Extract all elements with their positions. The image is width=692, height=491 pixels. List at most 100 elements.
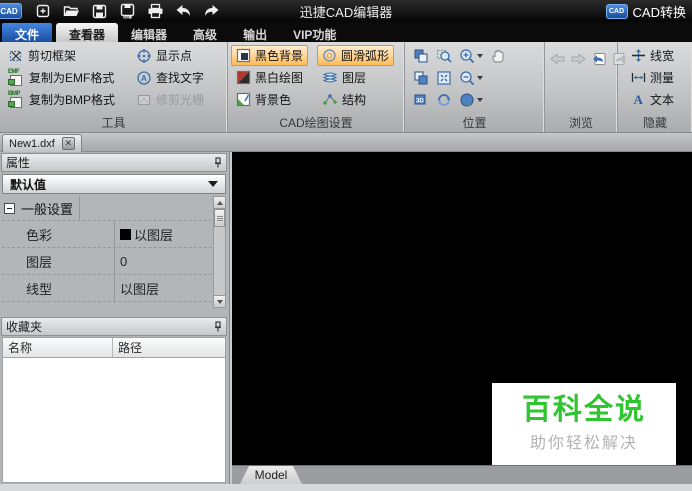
property-set-dropdown[interactable]: 默认值: [2, 174, 226, 194]
measure-icon: [631, 70, 646, 85]
layers-button[interactable]: 图层: [317, 67, 394, 88]
show-points-icon: [136, 48, 152, 64]
undo-arrow-icon: [175, 3, 192, 19]
zoom-out-button[interactable]: [457, 69, 485, 88]
menu-tab-bar: 文件 查看器 编辑器 高级 输出 VIP功能: [0, 22, 692, 42]
window-bottom-edge: [0, 484, 692, 491]
favorites-panel-title: 收藏夹: [6, 320, 43, 334]
property-row-color[interactable]: 色彩 以图层: [2, 221, 212, 248]
redo-button[interactable]: [202, 2, 220, 20]
cut-frame-button[interactable]: 剪切框架: [3, 45, 120, 66]
model-tab[interactable]: Model: [240, 466, 302, 484]
measure-button[interactable]: 测量: [626, 67, 679, 88]
find-text-button[interactable]: A 查找文字: [131, 67, 209, 88]
tab-viewer[interactable]: 查看器: [56, 23, 119, 42]
copy-bmp-icon: BMP: [8, 91, 25, 108]
trim-raster-label: 修剪光栅: [156, 93, 205, 107]
document-tab[interactable]: New1.dxf ✕: [2, 134, 82, 152]
scrollbar-thumb[interactable]: [214, 209, 225, 227]
copy-emf-button[interactable]: EMF 复制为EMF格式: [3, 67, 120, 88]
render-sphere-icon: [459, 92, 475, 108]
properties-panel-title: 属性: [6, 156, 31, 170]
measure-label: 测量: [650, 71, 675, 85]
zoom-out-dropdown-caret: [477, 76, 483, 80]
save-floppy-icon: [92, 4, 107, 19]
layout-tab-bar: Model: [232, 465, 692, 484]
tab-advanced[interactable]: 高级: [180, 23, 230, 42]
render-mode-dropdown-caret: [477, 98, 483, 102]
property-label: 色彩: [26, 227, 53, 243]
property-value: 以图层: [114, 221, 212, 247]
print-button[interactable]: [146, 2, 164, 20]
orbit-button[interactable]: [434, 91, 454, 110]
collapse-icon[interactable]: [4, 202, 15, 214]
layers-label: 图层: [342, 71, 367, 85]
open-file-button[interactable]: [62, 2, 80, 20]
undo-button[interactable]: [174, 2, 192, 20]
save-button[interactable]: [90, 2, 108, 20]
find-text-icon: A: [136, 70, 152, 86]
document-close-button[interactable]: ✕: [61, 137, 75, 150]
ribbon-group-hide: 线宽 测量 A 文本 隐藏: [618, 42, 692, 132]
text-button[interactable]: A 文本: [626, 89, 679, 110]
group-label-draw-settings: CAD绘图设置: [279, 116, 353, 130]
show-points-label: 显示点: [156, 49, 193, 63]
property-label: 线型: [26, 281, 53, 297]
black-background-toggle[interactable]: 黑色背景: [231, 45, 309, 66]
new-file-button[interactable]: [34, 2, 52, 20]
line-width-button[interactable]: 线宽: [626, 45, 679, 66]
scroll-up-button[interactable]: [214, 197, 225, 209]
view-undo-button[interactable]: [589, 50, 609, 69]
find-text-label: 查找文字: [156, 71, 205, 85]
background-color-button[interactable]: 背景色: [231, 89, 308, 110]
new-file-icon: [35, 3, 51, 19]
property-group-row[interactable]: 一般设置: [2, 196, 212, 221]
view-3d-button[interactable]: 3D: [411, 91, 431, 110]
structure-button[interactable]: 结构: [317, 89, 394, 110]
favorites-column-name[interactable]: 名称: [3, 338, 113, 357]
send-back-button[interactable]: [411, 69, 431, 88]
bw-drawing-button[interactable]: 黑白绘图: [231, 67, 308, 88]
favorites-panel-header: 收藏夹: [1, 317, 227, 336]
save-as-pdf-button[interactable]: PDF: [118, 2, 136, 20]
copy-bmp-button[interactable]: BMP 复制为BMP格式: [3, 89, 120, 110]
pin-icon[interactable]: [214, 321, 222, 332]
render-mode-button[interactable]: [457, 91, 485, 110]
zoom-in-button[interactable]: [457, 47, 485, 66]
zoom-window-button[interactable]: [434, 47, 454, 66]
drawing-canvas[interactable]: 百科全说 助你轻松解决: [232, 152, 692, 465]
property-grid-scrollbar[interactable]: [213, 196, 226, 308]
property-row-linetype[interactable]: 线型 以图层: [2, 275, 212, 302]
zoom-extents-button[interactable]: [434, 69, 454, 88]
app-logo-text: CAD: [0, 6, 18, 16]
background-color-icon: [236, 92, 251, 107]
smooth-arc-toggle[interactable]: 圆滑弧形: [317, 45, 395, 66]
smooth-arc-label: 圆滑弧形: [341, 49, 390, 63]
chevron-down-icon: [208, 181, 218, 187]
save-pdf-icon: PDF: [120, 3, 135, 19]
document-tab-bar: New1.dxf ✕: [0, 133, 692, 152]
property-group-label: 一般设置: [21, 201, 74, 217]
pan-hand-icon: [490, 48, 506, 64]
favorites-column-path[interactable]: 路径: [113, 338, 142, 357]
view-forward-button: [568, 50, 588, 69]
property-row-layer[interactable]: 图层 0: [2, 248, 212, 275]
show-points-button[interactable]: 显示点: [131, 45, 209, 66]
cascade-windows-button[interactable]: [411, 47, 431, 66]
tab-vip[interactable]: VIP功能: [280, 23, 349, 42]
scroll-down-button[interactable]: [214, 295, 225, 307]
trim-raster-button: 修剪光栅: [131, 89, 209, 110]
text-label: 文本: [650, 93, 675, 107]
copy-bmp-label: 复制为BMP格式: [29, 93, 116, 107]
favorites-column-headers: 名称 路径: [2, 337, 226, 358]
properties-panel-header: 属性: [1, 153, 227, 172]
favorites-list[interactable]: [2, 358, 226, 483]
ribbon-group-draw-settings: 黑色背景 黑白绘图 背景色 圆滑弧形 图层 结构 CAD绘图设置: [228, 42, 405, 132]
cad-convert-button[interactable]: CAD CAD转换: [605, 0, 686, 22]
pin-icon[interactable]: [214, 157, 222, 168]
svg-text:A: A: [141, 74, 147, 83]
tab-output[interactable]: 输出: [230, 23, 280, 42]
pan-button[interactable]: [488, 47, 508, 66]
tab-file[interactable]: 文件: [2, 23, 53, 42]
tab-editor[interactable]: 编辑器: [118, 23, 180, 42]
